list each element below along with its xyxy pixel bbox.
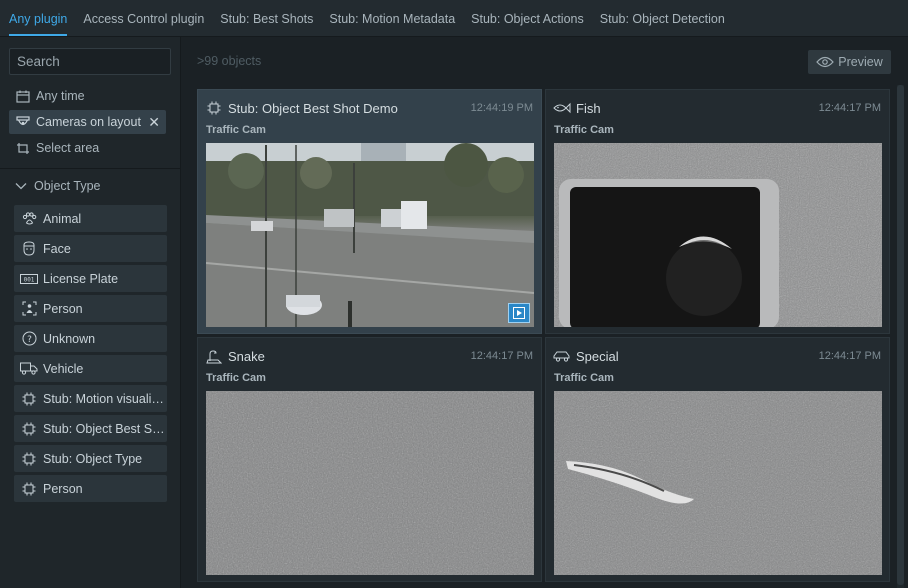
- object-type-label: Animal: [43, 211, 82, 226]
- tile-title: Fish: [553, 100, 601, 116]
- object-type-animal[interactable]: Animal: [14, 205, 167, 232]
- object-type-unknown[interactable]: ? Unknown: [14, 325, 167, 352]
- tile-thumbnail: [554, 143, 882, 327]
- tile-thumbnail: [206, 143, 534, 327]
- face-icon: [20, 241, 38, 257]
- tab-stub-best-shots[interactable]: Stub: Best Shots: [220, 0, 321, 36]
- object-type-stub-object-best-shot[interactable]: Stub: Object Best Shot: [14, 415, 167, 442]
- chip-icon: [20, 481, 38, 497]
- any-time-filter[interactable]: Any time: [9, 84, 85, 108]
- tab-stub-motion-metadata[interactable]: Stub: Motion Metadata: [329, 0, 463, 36]
- any-time-label: Any time: [36, 89, 85, 103]
- fish-icon: [553, 100, 571, 116]
- camera-dome-icon: [15, 115, 31, 129]
- tab-any-plugin[interactable]: Any plugin: [9, 0, 75, 36]
- scrollbar-thumb[interactable]: [897, 85, 904, 585]
- snake-icon: [205, 348, 223, 364]
- analytics-app: Any plugin Access Control plugin Stub: B…: [0, 0, 908, 588]
- car-icon: [553, 348, 571, 364]
- tile-time: 12:44:17 PM: [818, 350, 881, 362]
- object-tile[interactable]: Stub: Object Best Shot Demo 12:44:19 PM …: [197, 89, 542, 334]
- tile-title-text: Stub: Object Best Shot Demo: [228, 100, 398, 116]
- cameras-filter[interactable]: Cameras on layout ✕: [9, 110, 166, 134]
- paw-icon: [20, 211, 38, 227]
- tile-camera: Traffic Cam: [554, 372, 614, 384]
- plugin-tabs: Any plugin Access Control plugin Stub: B…: [0, 0, 908, 37]
- tile-title: Snake: [205, 348, 265, 364]
- object-type-label: Vehicle: [43, 361, 84, 376]
- license-plate-icon: 001: [20, 271, 38, 287]
- eye-icon: [816, 56, 835, 68]
- result-count: >99 objects: [197, 54, 262, 68]
- tile-camera: Traffic Cam: [206, 124, 266, 136]
- calendar-icon: [15, 89, 31, 103]
- object-type-face[interactable]: Face: [14, 235, 167, 262]
- chip-icon: [20, 391, 38, 407]
- tile-thumbnail: [554, 391, 882, 575]
- truck-icon: [20, 361, 38, 377]
- tile-time: 12:44:17 PM: [470, 350, 533, 362]
- object-type-stub-object-type[interactable]: Stub: Object Type: [14, 445, 167, 472]
- object-type-label: Face: [43, 241, 71, 256]
- object-type-label: Person: [43, 301, 83, 316]
- object-type-license-plate[interactable]: 001 License Plate: [14, 265, 167, 292]
- tile-camera: Traffic Cam: [554, 124, 614, 136]
- tile-title: Stub: Object Best Shot Demo: [205, 100, 398, 116]
- object-type-label: Person: [43, 481, 83, 496]
- question-icon: ?: [20, 331, 38, 347]
- chip-icon: [20, 451, 38, 467]
- select-area-label: Select area: [36, 141, 100, 155]
- chip-icon: [20, 421, 38, 437]
- select-area-filter[interactable]: Select area: [9, 136, 99, 160]
- results-panel: >99 objects Preview Stub: Object Best Sh…: [189, 37, 908, 588]
- results-scrollbar[interactable]: [897, 85, 904, 588]
- tab-access-control-plugin[interactable]: Access Control plugin: [83, 0, 212, 36]
- tile-title: Special: [553, 348, 619, 364]
- svg-text:?: ?: [27, 335, 32, 345]
- tile-thumbnail: [206, 391, 534, 575]
- tile-camera: Traffic Cam: [206, 372, 266, 384]
- object-type-header[interactable]: Object Type: [15, 179, 100, 193]
- clear-cameras-icon[interactable]: ✕: [148, 114, 160, 131]
- chevron-down-icon: [15, 183, 27, 190]
- filter-sidebar: Any time Cameras on layout ✕ Select area…: [0, 37, 181, 588]
- select-area-icon: [15, 141, 31, 155]
- object-type-person[interactable]: Person: [14, 295, 167, 322]
- svg-text:001: 001: [24, 276, 35, 283]
- tile-title-text: Fish: [576, 100, 601, 116]
- object-type-label: Object Type: [34, 179, 101, 193]
- person-icon: [20, 301, 38, 317]
- object-type-stub-motion-visualization[interactable]: Stub: Motion visualization: [14, 385, 167, 412]
- object-type-label: Stub: Object Best Shot: [43, 421, 165, 436]
- tile-title-text: Snake: [228, 348, 265, 364]
- object-type-vehicle[interactable]: Vehicle: [14, 355, 167, 382]
- tile-time: 12:44:17 PM: [818, 102, 881, 114]
- tile-time: 12:44:19 PM: [470, 102, 533, 114]
- object-tile[interactable]: Fish 12:44:17 PM Traffic Cam: [545, 89, 890, 334]
- object-tile[interactable]: Special 12:44:17 PM Traffic Cam: [545, 337, 890, 582]
- preview-label: Preview: [838, 55, 883, 69]
- object-type-stub-person[interactable]: Person: [14, 475, 167, 502]
- tab-stub-object-actions[interactable]: Stub: Object Actions: [471, 0, 592, 36]
- tile-title-text: Special: [576, 348, 619, 364]
- object-type-label: License Plate: [43, 271, 119, 286]
- tab-stub-object-detection[interactable]: Stub: Object Detection: [600, 0, 733, 36]
- object-type-label: Stub: Motion visualization: [43, 391, 165, 406]
- object-type-label: Unknown: [43, 331, 96, 346]
- sidebar-divider: [0, 168, 181, 169]
- cameras-label: Cameras on layout: [36, 115, 141, 129]
- chip-icon: [205, 100, 223, 116]
- play-video-icon[interactable]: [508, 303, 530, 323]
- object-tile[interactable]: Snake 12:44:17 PM Traffic Cam: [197, 337, 542, 582]
- object-type-label: Stub: Object Type: [43, 451, 143, 466]
- preview-button[interactable]: Preview: [808, 50, 891, 74]
- search-input[interactable]: [9, 48, 171, 75]
